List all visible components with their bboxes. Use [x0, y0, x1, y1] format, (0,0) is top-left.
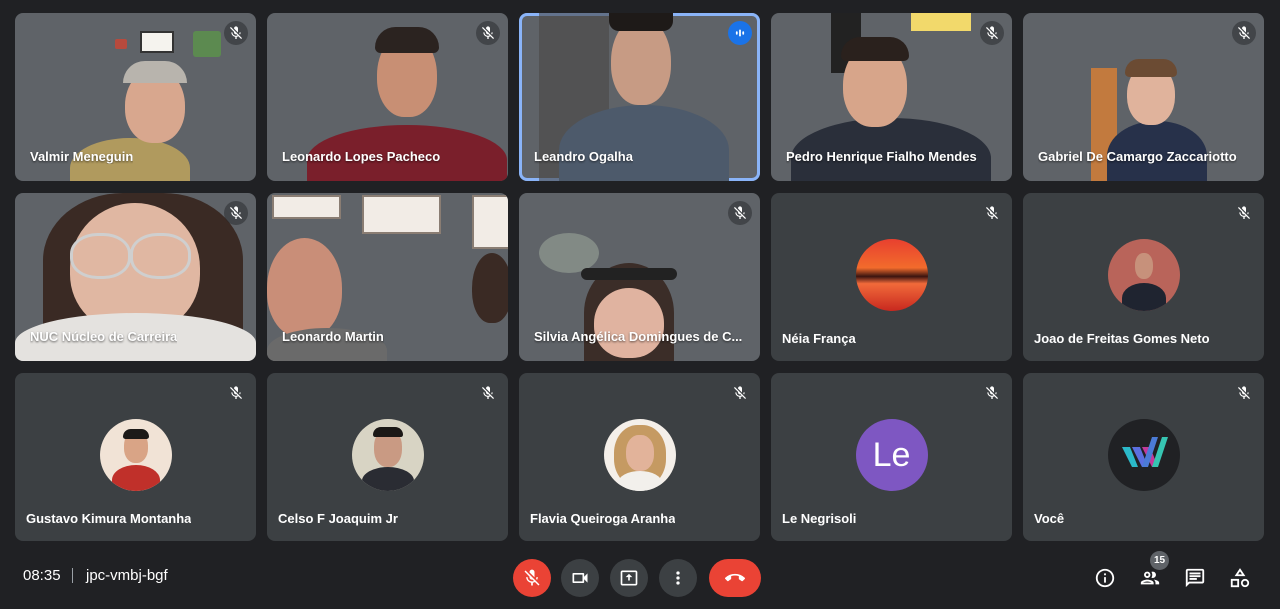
mic-off-icon: [1232, 201, 1256, 225]
camera-icon: [572, 573, 588, 583]
participant-tile[interactable]: Pedro Henrique Fialho Mendes: [771, 13, 1012, 181]
participant-name: Leonardo Lopes Pacheco: [282, 149, 441, 164]
meeting-time: 08:35: [23, 567, 61, 584]
participant-grid: Valmir Meneguin Leonardo Lopes Pacheco L…: [15, 13, 1264, 541]
participant-name: Néia França: [782, 331, 856, 346]
avatar: [99, 419, 172, 491]
mic-toggle-button[interactable]: [513, 559, 551, 597]
mic-off-icon: [980, 21, 1004, 45]
mic-off-icon: [728, 201, 752, 225]
participant-name: Le Negrisoli: [782, 511, 857, 526]
participant-tile[interactable]: NUC Núcleo de Carreira: [15, 193, 256, 361]
participant-tile[interactable]: Joao de Freitas Gomes Neto: [1023, 193, 1264, 361]
participant-name: NUC Núcleo de Carreira: [30, 329, 178, 344]
mic-off-icon: [224, 381, 248, 405]
participant-name: Flavia Queiroga Aranha: [530, 511, 676, 526]
mic-off-icon: [476, 21, 500, 45]
participant-tile[interactable]: Le Le Negrisoli: [771, 373, 1012, 541]
more-options-button[interactable]: [659, 559, 697, 597]
mic-off-icon: [224, 201, 248, 225]
activities-button[interactable]: [1227, 565, 1253, 591]
chat-icon: [1185, 568, 1205, 588]
mic-off-icon: [224, 21, 248, 45]
participant-name: Pedro Henrique Fialho Mendes: [786, 149, 977, 164]
participant-tile[interactable]: Leandro Ogalha: [519, 13, 760, 181]
participant-count-badge: 15: [1150, 551, 1169, 570]
chat-button[interactable]: [1182, 565, 1208, 591]
participant-tile[interactable]: Celso F Joaquim Jr: [267, 373, 508, 541]
avatar: [351, 419, 424, 491]
activities-icon: [1230, 568, 1250, 588]
participant-tile[interactable]: Leonardo Martin: [267, 193, 508, 361]
present-button[interactable]: [610, 559, 648, 597]
participant-name: Joao de Freitas Gomes Neto: [1034, 331, 1210, 346]
leave-call-button[interactable]: [709, 559, 761, 597]
participant-tile[interactable]: Leonardo Lopes Pacheco: [267, 13, 508, 181]
audio-level-icon: [728, 21, 752, 45]
more-vert-icon: [676, 571, 680, 585]
avatar: [855, 239, 928, 311]
participant-name: Valmir Meneguin: [30, 149, 134, 164]
mic-off-icon: [476, 381, 500, 405]
participant-tile[interactable]: Valmir Meneguin: [15, 13, 256, 181]
participant-name: Gustavo Kimura Montanha: [26, 511, 192, 526]
meeting-code: jpc-vmbj-bgf: [86, 567, 168, 584]
participant-tile[interactable]: Gustavo Kimura Montanha: [15, 373, 256, 541]
meeting-details-button[interactable]: [1092, 565, 1118, 591]
participant-name: Gabriel De Camargo Zaccariotto: [1038, 149, 1237, 164]
control-bar: 08:35 jpc-vmbj-bgf: [0, 549, 1280, 609]
participant-tile[interactable]: Flavia Queiroga Aranha: [519, 373, 760, 541]
participant-name: Você: [1034, 511, 1065, 526]
participant-name: Leandro Ogalha: [534, 149, 633, 164]
logo-icon: [1121, 437, 1168, 467]
people-icon: [1140, 571, 1160, 585]
divider: [72, 568, 73, 583]
participant-tile[interactable]: Néia França: [771, 193, 1012, 361]
participant-name: Leonardo Martin: [282, 329, 384, 344]
camera-toggle-button[interactable]: [561, 559, 599, 597]
mic-off-icon: [1232, 381, 1256, 405]
participant-name: Silvia Angélica Domingues de C...: [534, 329, 743, 344]
avatar: [603, 419, 676, 491]
avatar-initials: Le: [855, 419, 928, 491]
avatar: [1107, 239, 1180, 311]
mic-off-icon: [524, 569, 540, 586]
info-icon: [1095, 568, 1115, 588]
call-end-icon: [725, 573, 745, 582]
mic-off-icon: [980, 201, 1004, 225]
participant-tile[interactable]: Silvia Angélica Domingues de C...: [519, 193, 760, 361]
participant-tile[interactable]: Você: [1023, 373, 1264, 541]
mic-off-icon: [1232, 21, 1256, 45]
participant-tile[interactable]: Gabriel De Camargo Zaccariotto: [1023, 13, 1264, 181]
mic-off-icon: [980, 381, 1004, 405]
present-icon: [620, 570, 638, 586]
mic-off-icon: [728, 381, 752, 405]
avatar: [1107, 419, 1180, 491]
participant-name: Celso F Joaquim Jr: [278, 511, 398, 526]
